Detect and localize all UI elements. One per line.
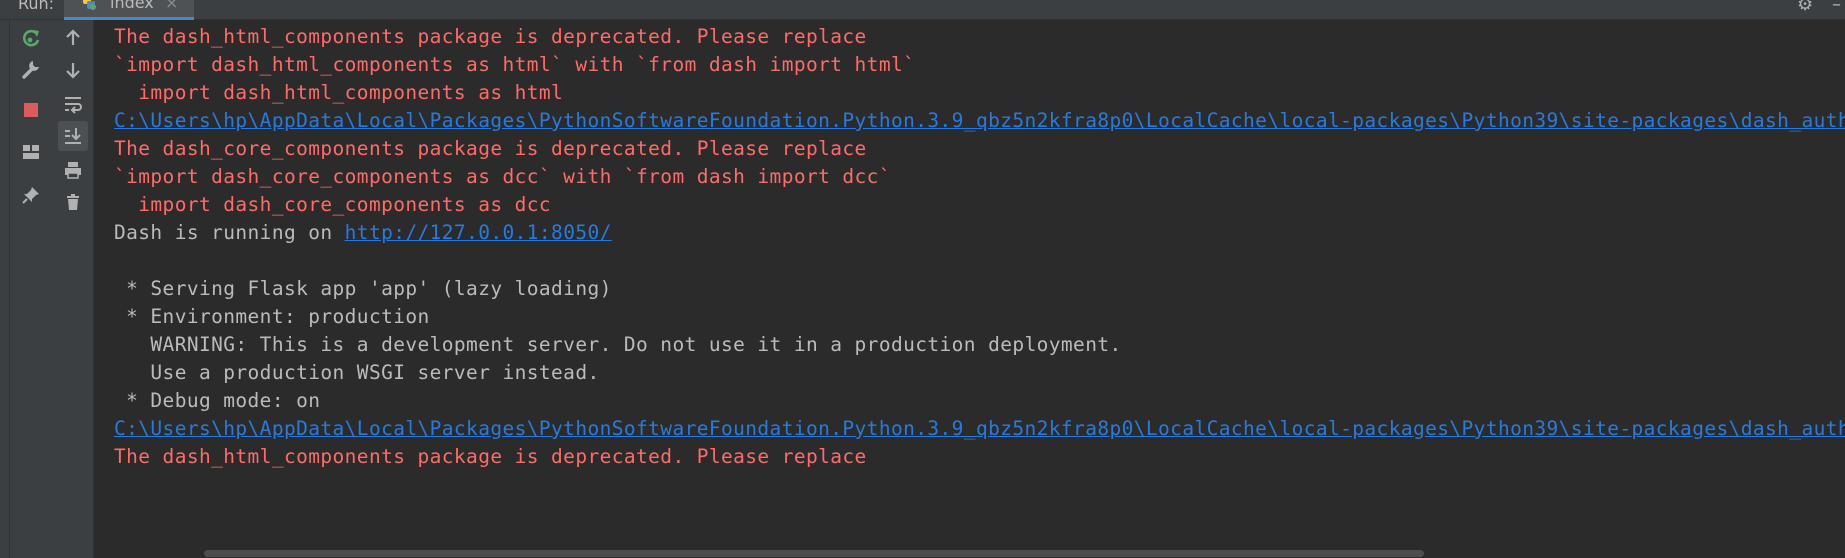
gear-icon[interactable]: ⚙	[1797, 0, 1813, 15]
scrollbar-thumb[interactable]	[204, 550, 1424, 557]
trash-icon[interactable]	[58, 187, 88, 217]
python-icon	[83, 0, 96, 10]
console-output[interactable]: The dash_html_components package is depr…	[94, 20, 1845, 548]
pin-icon[interactable]	[16, 180, 46, 210]
print-icon[interactable]	[58, 155, 88, 185]
rerun-icon[interactable]	[16, 23, 46, 53]
scroll-to-end-icon[interactable]	[58, 121, 88, 151]
arrow-down-icon[interactable]	[58, 55, 88, 85]
run-toolbar-secondary	[52, 20, 94, 558]
tab-label: index	[110, 0, 154, 12]
run-toolbar: Run: index × ⚙ –	[0, 0, 1845, 20]
tab-index[interactable]: index ×	[64, 0, 194, 20]
console-line: The dash_html_components package is depr…	[114, 445, 867, 468]
horizontal-scrollbar[interactable]	[94, 548, 1845, 558]
console-line: Dash is running on http://127.0.0.1:8050…	[114, 216, 612, 249]
arrow-up-icon[interactable]	[58, 23, 88, 53]
hide-icon[interactable]: –	[1832, 0, 1841, 15]
console-text: Dash is running on	[114, 221, 345, 244]
run-label: Run:	[18, 0, 55, 13]
wrench-icon[interactable]	[16, 54, 46, 84]
close-icon[interactable]: ×	[165, 0, 178, 12]
soft-wrap-icon[interactable]	[58, 89, 88, 119]
layout-icon[interactable]	[16, 137, 46, 167]
side-strip	[0, 20, 10, 558]
run-toolbar-primary	[10, 20, 52, 558]
stop-icon[interactable]	[16, 95, 46, 125]
server-url-link[interactable]: http://127.0.0.1:8050/	[345, 221, 612, 244]
